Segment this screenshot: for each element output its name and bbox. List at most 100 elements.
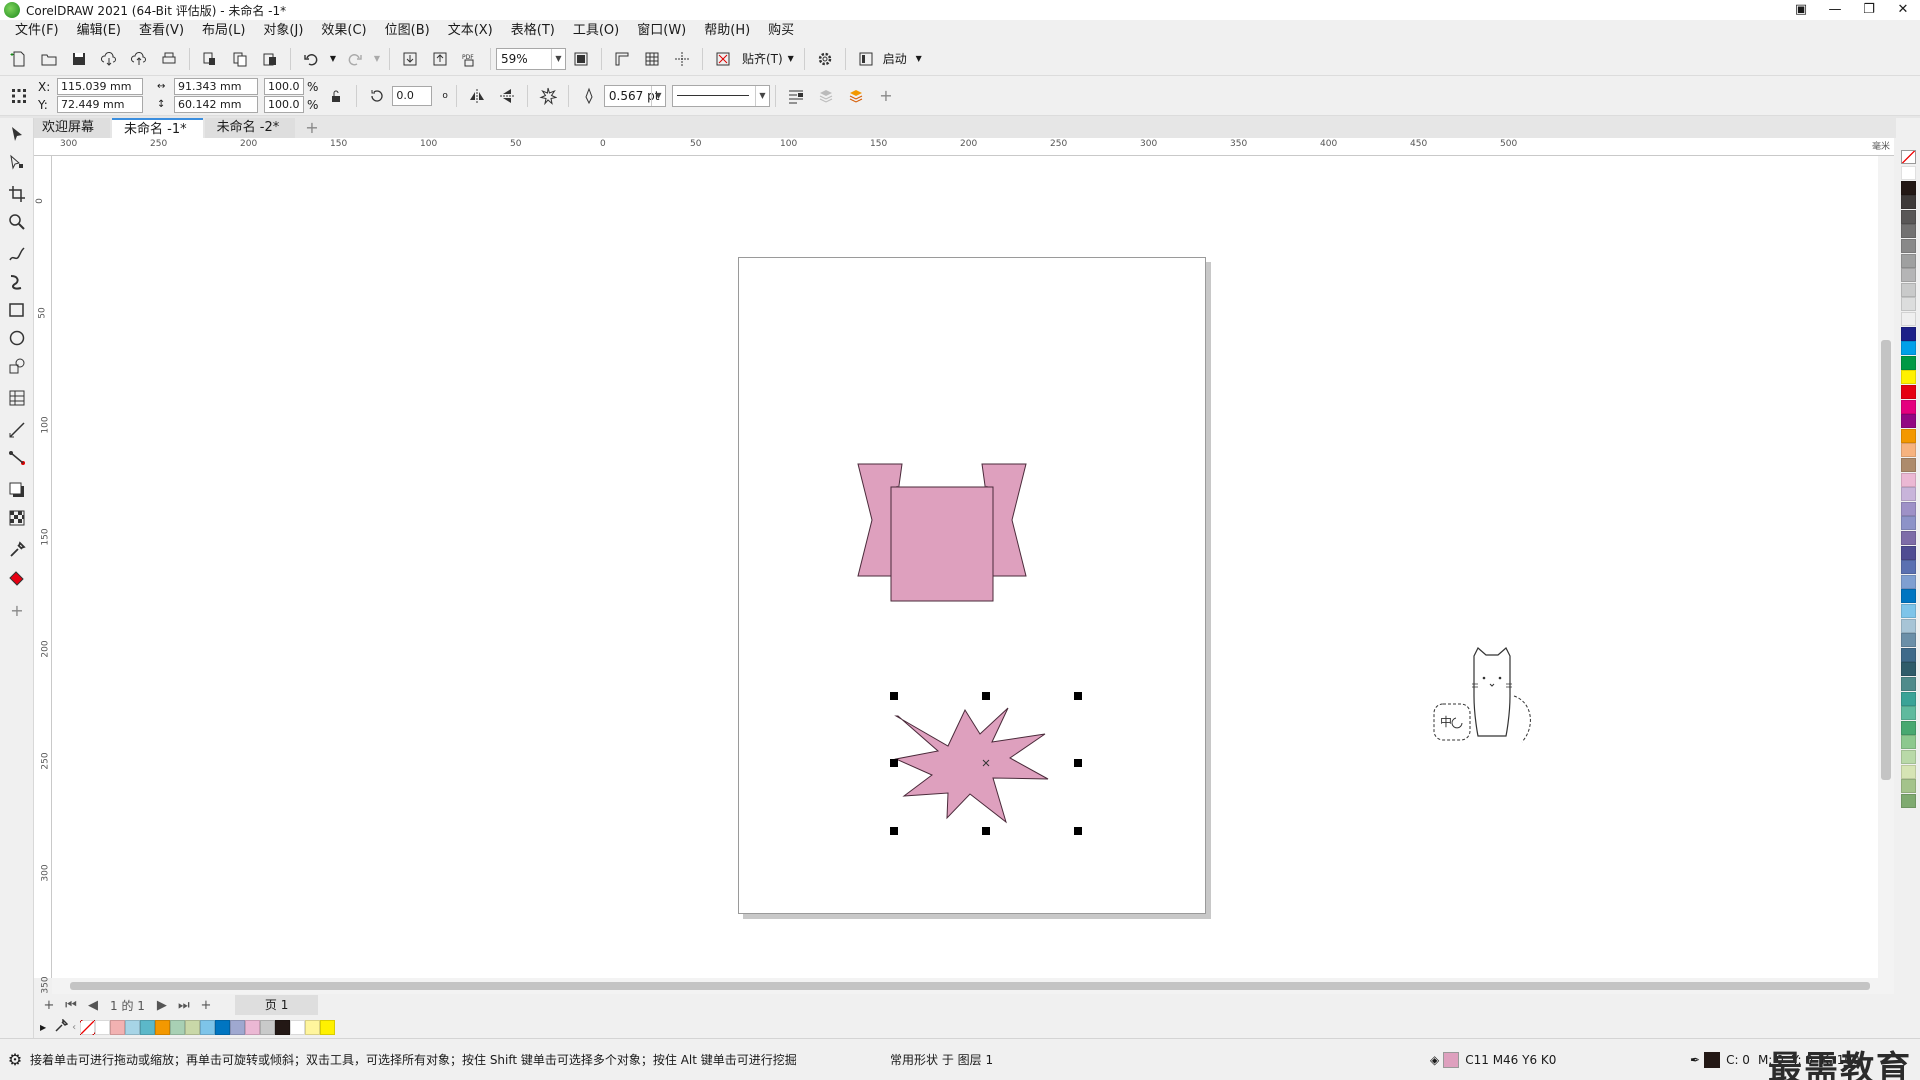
document-palette-swatch[interactable]	[155, 1019, 171, 1035]
import-button[interactable]	[397, 46, 423, 72]
horizontal-ruler[interactable]: 300 250 200 150 100 50 0 50 100 150 200 250 300 350 40…	[34, 138, 1894, 156]
palette-swatch[interactable]	[1901, 545, 1916, 560]
document-palette-swatch[interactable]	[320, 1019, 336, 1035]
x-position-input[interactable]: 115.039 mm	[57, 78, 143, 95]
handle-bottom-left[interactable]	[890, 827, 898, 835]
palette-swatch[interactable]	[1901, 180, 1916, 195]
print-button[interactable]	[156, 46, 182, 72]
document-palette-swatch[interactable]	[290, 1019, 306, 1035]
palette-swatch[interactable]	[1901, 355, 1916, 370]
document-palette-swatch[interactable]	[125, 1019, 141, 1035]
height-input[interactable]: 60.142 mm	[174, 96, 258, 113]
redo-dropdown[interactable]: ▼	[372, 46, 382, 72]
page-tab-1[interactable]: 页 1	[234, 995, 319, 1015]
width-input[interactable]: 91.343 mm	[174, 78, 258, 95]
vertical-scrollbar[interactable]	[1878, 156, 1894, 978]
banner-shape[interactable]	[852, 456, 1032, 606]
outline-width-combo[interactable]: 0.567 pt ▼	[603, 84, 666, 107]
close-button[interactable]: ✕	[1886, 0, 1920, 20]
add-property-button[interactable]: +	[873, 83, 899, 109]
shape-glyph-button[interactable]	[535, 83, 561, 109]
export-pdf-button[interactable]: PDF	[457, 46, 483, 72]
mirror-vertical-button[interactable]	[494, 83, 520, 109]
palette-swatch[interactable]	[1901, 633, 1916, 648]
common-shapes-tool[interactable]	[0, 352, 34, 380]
cut-button[interactable]	[197, 46, 223, 72]
palette-swatch[interactable]	[1901, 560, 1916, 575]
fill-indicator[interactable]: ◈ C11 M46 Y6 K0	[1430, 1051, 1630, 1068]
handle-middle-right[interactable]	[1074, 759, 1082, 767]
redo-button[interactable]	[342, 46, 368, 72]
undo-dropdown[interactable]: ▼	[328, 46, 338, 72]
palette-swatch[interactable]	[1901, 677, 1916, 691]
palette-swatch[interactable]	[1901, 501, 1916, 516]
tab-untitled-1[interactable]: 未命名 -1*	[112, 118, 203, 138]
pick-tool[interactable]	[0, 120, 34, 148]
palette-swatch[interactable]	[1901, 399, 1916, 414]
palette-swatch[interactable]	[1901, 166, 1916, 180]
palette-swatch[interactable]	[1901, 282, 1916, 297]
menu-tools[interactable]: 工具(O)	[564, 20, 628, 42]
menu-buy[interactable]: 购买	[759, 20, 803, 42]
menu-table[interactable]: 表格(T)	[502, 20, 564, 42]
launcher-button[interactable]	[853, 46, 879, 72]
document-palette-swatch[interactable]	[215, 1019, 231, 1035]
cat-mascot-icon[interactable]: 中	[1432, 646, 1542, 746]
rectangle-tool[interactable]	[0, 296, 34, 324]
horizontal-scrollbar[interactable]	[52, 978, 1894, 994]
drawing-canvas[interactable]: 中	[52, 156, 1878, 978]
palette-swatch[interactable]	[1901, 720, 1916, 735]
menu-window[interactable]: 窗口(W)	[628, 20, 695, 42]
palette-swatch[interactable]	[1901, 574, 1916, 589]
palette-swatch[interactable]	[1901, 618, 1916, 633]
document-palette-swatch[interactable]	[245, 1019, 261, 1035]
cloud-upload-button[interactable]	[126, 46, 152, 72]
palette-swatch[interactable]	[1901, 604, 1916, 618]
zoom-level-combo[interactable]: 59% ▼	[496, 47, 566, 70]
palette-swatch[interactable]	[1901, 428, 1916, 443]
palette-swatch[interactable]	[1901, 224, 1916, 239]
palette-swatch[interactable]	[1901, 370, 1916, 385]
scale-x-input[interactable]: 100.0	[264, 78, 304, 95]
ellipse-tool[interactable]	[0, 324, 34, 352]
scale-y-input[interactable]: 100.0	[264, 96, 304, 113]
add-tool-button[interactable]: +	[0, 596, 34, 624]
snap-to-label[interactable]: 贴齐(T)	[742, 50, 783, 67]
menu-effects[interactable]: 效果(C)	[312, 20, 375, 42]
to-back-button[interactable]	[813, 83, 839, 109]
rotation-angle-input[interactable]: 0.0	[392, 85, 433, 106]
copy-button[interactable]	[227, 46, 253, 72]
table-tool[interactable]	[0, 384, 34, 412]
palette-swatch[interactable]	[1901, 195, 1916, 210]
show-rulers-button[interactable]	[609, 46, 635, 72]
crop-tool[interactable]	[0, 180, 34, 208]
y-position-input[interactable]: 72.449 mm	[57, 96, 143, 113]
tab-untitled-2[interactable]: 未命名 -2*	[204, 118, 296, 138]
menu-edit[interactable]: 编辑(E)	[68, 20, 130, 42]
add-page-before-button[interactable]: +	[38, 998, 60, 1013]
document-palette-swatch[interactable]	[275, 1019, 291, 1035]
menu-bitmaps[interactable]: 位图(B)	[376, 20, 439, 42]
palette-swatch[interactable]	[1901, 326, 1916, 341]
menu-text[interactable]: 文本(X)	[439, 20, 502, 42]
document-palette-swatch[interactable]	[140, 1019, 156, 1035]
save-button[interactable]	[66, 46, 92, 72]
eyedropper-icon[interactable]	[54, 1017, 69, 1036]
palette-swatch[interactable]	[1901, 297, 1916, 312]
palette-swatch[interactable]	[1901, 253, 1916, 268]
palette-swatch[interactable]	[1901, 735, 1916, 750]
palette-swatch[interactable]	[1901, 443, 1916, 458]
menu-file[interactable]: 文件(F)	[6, 20, 68, 42]
document-palette-swatch[interactable]	[305, 1019, 321, 1035]
palette-menu-arrow[interactable]: ▶	[40, 1023, 46, 1032]
add-document-button[interactable]: +	[297, 118, 326, 138]
handle-top-middle[interactable]	[982, 692, 990, 700]
snap-off-button[interactable]	[710, 46, 736, 72]
handle-bottom-right[interactable]	[1074, 827, 1082, 835]
menu-object[interactable]: 对象(J)	[254, 20, 312, 42]
show-grid-button[interactable]	[639, 46, 665, 72]
palette-swatch[interactable]	[1901, 750, 1916, 764]
document-palette-swatch[interactable]	[110, 1019, 126, 1035]
no-color-swatch[interactable]	[1901, 150, 1916, 164]
horizontal-scroll-thumb[interactable]	[70, 982, 1870, 990]
